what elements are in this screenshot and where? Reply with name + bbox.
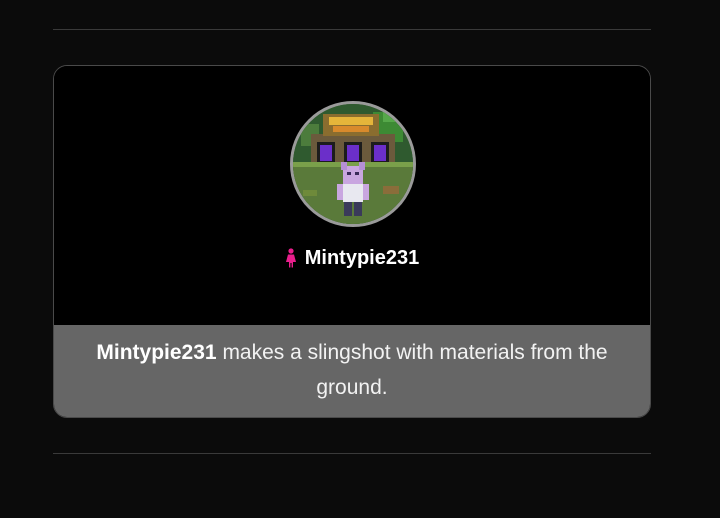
achievement-card: Mintypie231 Mintypie231 makes a slingsho… [53, 65, 651, 418]
achievement-caption: Mintypie231 makes a slingshot with mater… [54, 325, 650, 417]
player-name[interactable]: Mintypie231 [305, 246, 419, 270]
player-avatar[interactable] [290, 101, 416, 227]
female-icon [285, 248, 296, 268]
player-row: Mintypie231 [54, 246, 650, 270]
caption-text: makes a slingshot with materials from th… [216, 341, 608, 399]
top-divider [53, 29, 651, 30]
minecraft-skin-avatar-icon [293, 104, 413, 224]
caption-player-name: Mintypie231 [96, 341, 217, 364]
card-header: Mintypie231 [54, 66, 650, 325]
bottom-divider [53, 453, 651, 454]
